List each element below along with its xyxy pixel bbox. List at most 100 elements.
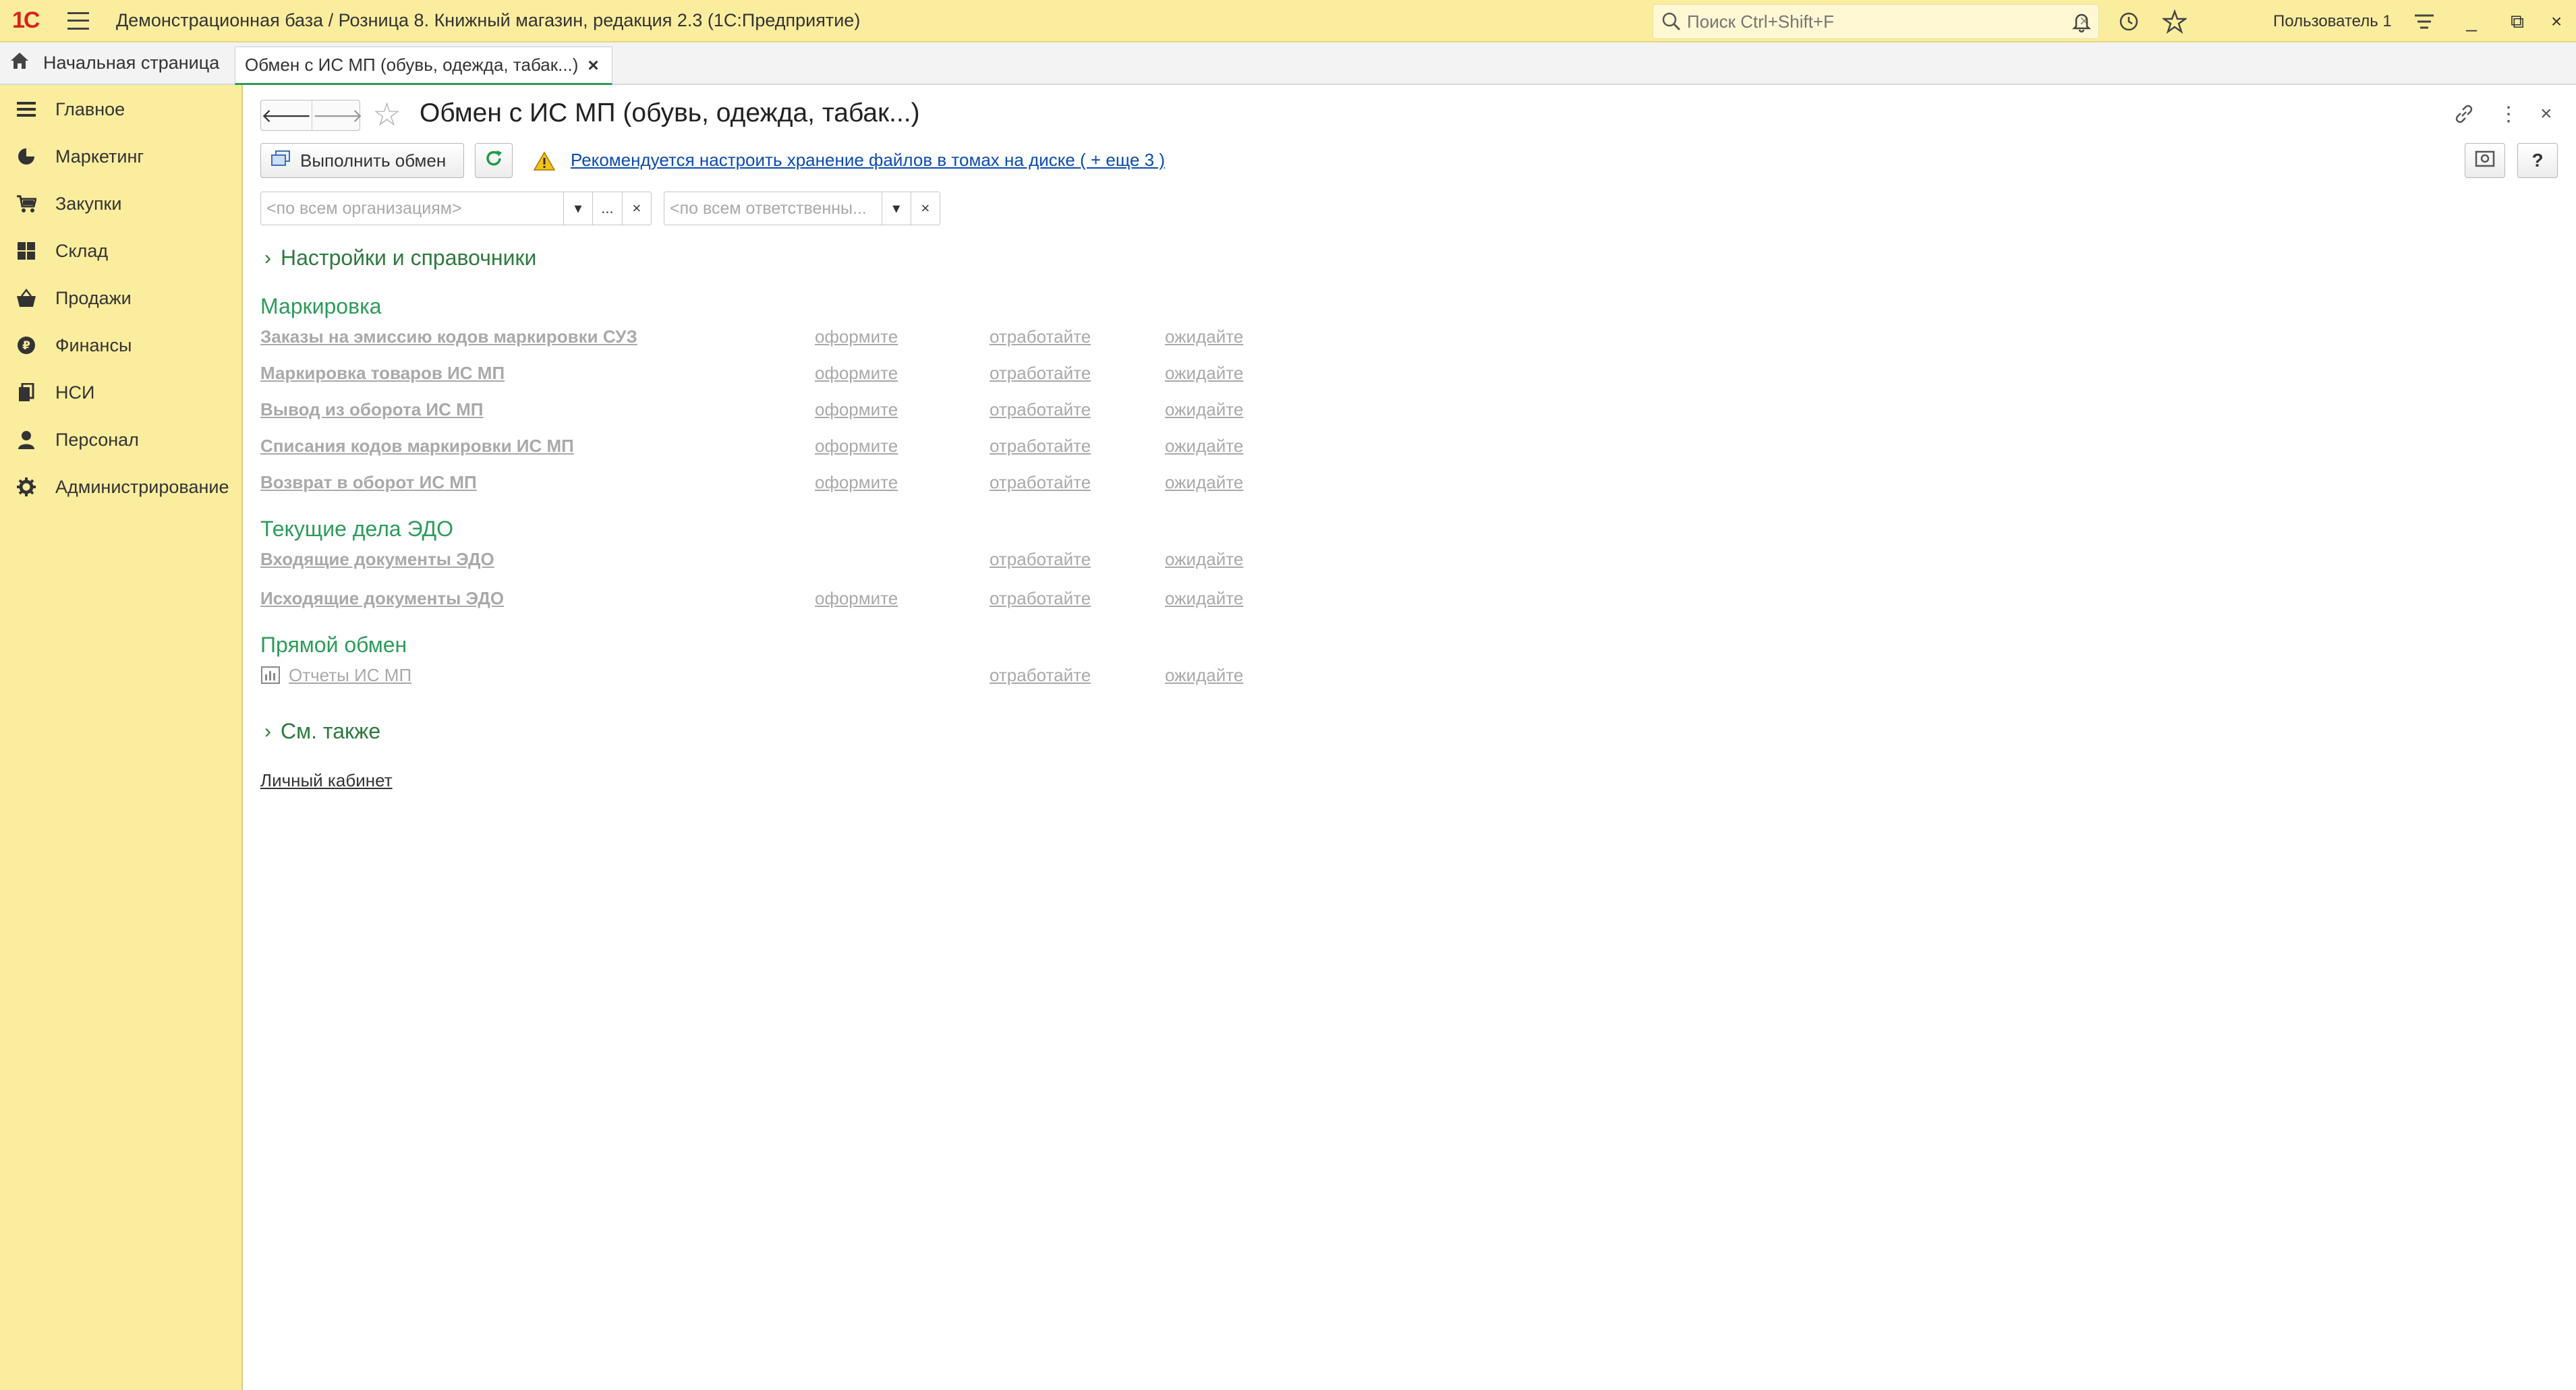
row-suz-orders[interactable]: Заказы на эмиссию кодов маркировки СУЗ bbox=[260, 326, 637, 347]
close-window-button[interactable]: × bbox=[2542, 7, 2571, 36]
status-process-link[interactable]: отработайте bbox=[990, 472, 1091, 493]
forward-button[interactable]: 🡒 bbox=[312, 100, 363, 130]
row-incoming-edo[interactable]: Входящие документы ЭДО bbox=[260, 549, 494, 570]
favorite-star-icon[interactable]: ☆ bbox=[372, 96, 401, 134]
settings-lines-icon[interactable] bbox=[2411, 8, 2438, 35]
status-wait-link[interactable]: ожидайте bbox=[1165, 399, 1243, 420]
favorites-star-icon[interactable] bbox=[2161, 8, 2188, 35]
responsible-filter-placeholder: <по всем ответственны... bbox=[670, 198, 867, 218]
sidebar-item-warehouse[interactable]: Склад bbox=[0, 231, 243, 271]
status-process-link[interactable]: отработайте bbox=[990, 665, 1091, 686]
sidebar-item-sales[interactable]: Продажи bbox=[0, 278, 243, 318]
status-wait-link[interactable]: ожидайте bbox=[1165, 363, 1243, 384]
status-wait-link[interactable]: ожидайте bbox=[1165, 472, 1243, 493]
sidebar-item-administration[interactable]: Администрирование bbox=[0, 467, 243, 507]
sidebar-item-personnel[interactable]: Персонал bbox=[0, 419, 243, 460]
settings-group-toggle[interactable]: › Настройки и справочники bbox=[264, 245, 536, 270]
sidebar-item-purchases[interactable]: Закупки bbox=[0, 183, 243, 224]
status-draft-link[interactable]: оформите bbox=[815, 472, 898, 493]
row-withdrawal[interactable]: Вывод из оборота ИС МП bbox=[260, 399, 483, 420]
status-process-link[interactable]: отработайте bbox=[990, 436, 1091, 457]
status-process-link[interactable]: отработайте bbox=[990, 399, 1091, 420]
tab-exchange-is-mp[interactable]: Обмен с ИС МП (обувь, одежда, табак...) … bbox=[235, 47, 612, 85]
history-nav: 🡐 🡒 bbox=[260, 100, 363, 131]
responsible-filter[interactable]: <по всем ответственны... ▾ × bbox=[664, 192, 940, 225]
personal-cabinet-link[interactable]: Личный кабинет bbox=[260, 770, 393, 791]
organization-filter[interactable]: <по всем организациям> ▾ ... × bbox=[260, 192, 652, 225]
menu-icon bbox=[16, 99, 36, 119]
status-wait-link[interactable]: ожидайте bbox=[1165, 549, 1243, 570]
status-process-link[interactable]: отработайте bbox=[990, 326, 1091, 347]
sections-panel: Главное Маркетинг Закупки Склад Продажи … bbox=[0, 85, 243, 1390]
see-also-group-toggle[interactable]: › См. также bbox=[264, 719, 380, 744]
organization-dropdown-button[interactable]: ▾ bbox=[563, 192, 592, 225]
bell-icon[interactable] bbox=[2068, 8, 2095, 35]
cart-icon bbox=[16, 194, 36, 214]
status-process-link[interactable]: отработайте bbox=[990, 549, 1091, 570]
refresh-button[interactable] bbox=[475, 143, 513, 178]
sidebar-item-label: Закупки bbox=[55, 193, 122, 214]
row-return-to-circulation[interactable]: Возврат в оборот ИС МП bbox=[260, 472, 477, 493]
global-search[interactable]: × bbox=[1653, 4, 2099, 39]
tab-home[interactable]: Начальная страница bbox=[0, 42, 229, 84]
row-code-writeoff[interactable]: Списания кодов маркировки ИС МП bbox=[260, 436, 574, 457]
status-process-link[interactable]: отработайте bbox=[990, 363, 1091, 384]
app-title: Демонстрационная база / Розница 8. Книжн… bbox=[116, 10, 861, 30]
status-draft-link[interactable]: оформите bbox=[815, 326, 898, 347]
minimize-button[interactable]: _ bbox=[2457, 7, 2486, 36]
row-outgoing-edo[interactable]: Исходящие документы ЭДО bbox=[260, 588, 504, 609]
status-process-link[interactable]: отработайте bbox=[990, 588, 1091, 609]
close-form-icon[interactable]: × bbox=[2540, 103, 2552, 125]
section-edo-title: Текущие дела ЭДО bbox=[260, 517, 454, 541]
organization-select-button[interactable]: ... bbox=[592, 192, 621, 225]
responsible-dropdown-button[interactable]: ▾ bbox=[881, 192, 911, 225]
status-draft-link[interactable]: оформите bbox=[815, 399, 898, 420]
help-button[interactable]: ? bbox=[2517, 143, 2558, 178]
status-draft-link[interactable]: оформите bbox=[815, 436, 898, 457]
row-reports-is-mp[interactable]: Отчеты ИС МП bbox=[289, 665, 411, 686]
sidebar-item-main[interactable]: Главное bbox=[0, 89, 243, 129]
link-icon[interactable] bbox=[2453, 103, 2475, 131]
chevron-right-icon: › bbox=[264, 246, 271, 269]
search-input[interactable] bbox=[1686, 10, 2050, 33]
sidebar-item-nsi[interactable]: НСИ bbox=[0, 372, 243, 413]
restore-button[interactable]: ⧉ bbox=[2502, 7, 2532, 36]
sidebar-item-marketing[interactable]: Маркетинг bbox=[0, 136, 243, 177]
books-icon bbox=[16, 382, 36, 403]
refresh-icon bbox=[484, 148, 504, 173]
status-draft-link[interactable]: оформите bbox=[815, 588, 898, 609]
sidebar-item-label: Финансы bbox=[55, 335, 132, 355]
user-name[interactable]: Пользователь 1 bbox=[2273, 12, 2392, 31]
row-goods-marking[interactable]: Маркировка товаров ИС МП bbox=[260, 363, 505, 384]
title-bar: 1С Демонстрационная база / Розница 8. Кн… bbox=[0, 0, 2576, 42]
gear-icon bbox=[16, 477, 36, 497]
form-settings-button[interactable] bbox=[2465, 143, 2505, 178]
organization-clear-button[interactable]: × bbox=[621, 192, 651, 225]
tab-close-icon[interactable]: × bbox=[588, 55, 598, 76]
status-wait-link[interactable]: ожидайте bbox=[1165, 665, 1243, 686]
status-draft-link[interactable]: оформите bbox=[815, 363, 898, 384]
status-wait-link[interactable]: ожидайте bbox=[1165, 588, 1243, 609]
file-storage-warning-link[interactable]: Рекомендуется настроить хранение файлов … bbox=[571, 150, 1165, 171]
tab-home-label: Начальная страница bbox=[43, 53, 220, 73]
organization-filter-placeholder: <по всем организациям> bbox=[266, 198, 462, 218]
status-wait-link[interactable]: ожидайте bbox=[1165, 436, 1243, 457]
back-button[interactable]: 🡐 bbox=[261, 100, 312, 130]
section-direct-title: Прямой обмен bbox=[260, 633, 407, 657]
status-wait-link[interactable]: ожидайте bbox=[1165, 326, 1243, 347]
warning-icon bbox=[533, 151, 556, 175]
see-also-group-label: См. также bbox=[281, 719, 381, 743]
chevron-right-icon: › bbox=[264, 720, 271, 743]
execute-exchange-button[interactable]: Выполнить обмен bbox=[260, 143, 464, 178]
form-area: 🡐 🡒 ☆ Обмен с ИС МП (обувь, одежда, таба… bbox=[244, 85, 2576, 1390]
more-actions-icon[interactable]: ⋮ bbox=[2498, 103, 2519, 126]
app-logo[interactable]: 1С bbox=[12, 7, 53, 34]
report-icon bbox=[260, 665, 281, 689]
warehouse-icon bbox=[16, 241, 36, 261]
ruble-icon: ₽ bbox=[16, 335, 36, 355]
main-menu-icon[interactable] bbox=[67, 11, 89, 30]
sidebar-item-finance[interactable]: ₽ Финансы bbox=[0, 325, 243, 366]
responsible-clear-button[interactable]: × bbox=[910, 192, 940, 225]
history-icon[interactable] bbox=[2115, 8, 2142, 35]
tab-bar: Начальная страница Обмен с ИС МП (обувь,… bbox=[0, 42, 2576, 85]
